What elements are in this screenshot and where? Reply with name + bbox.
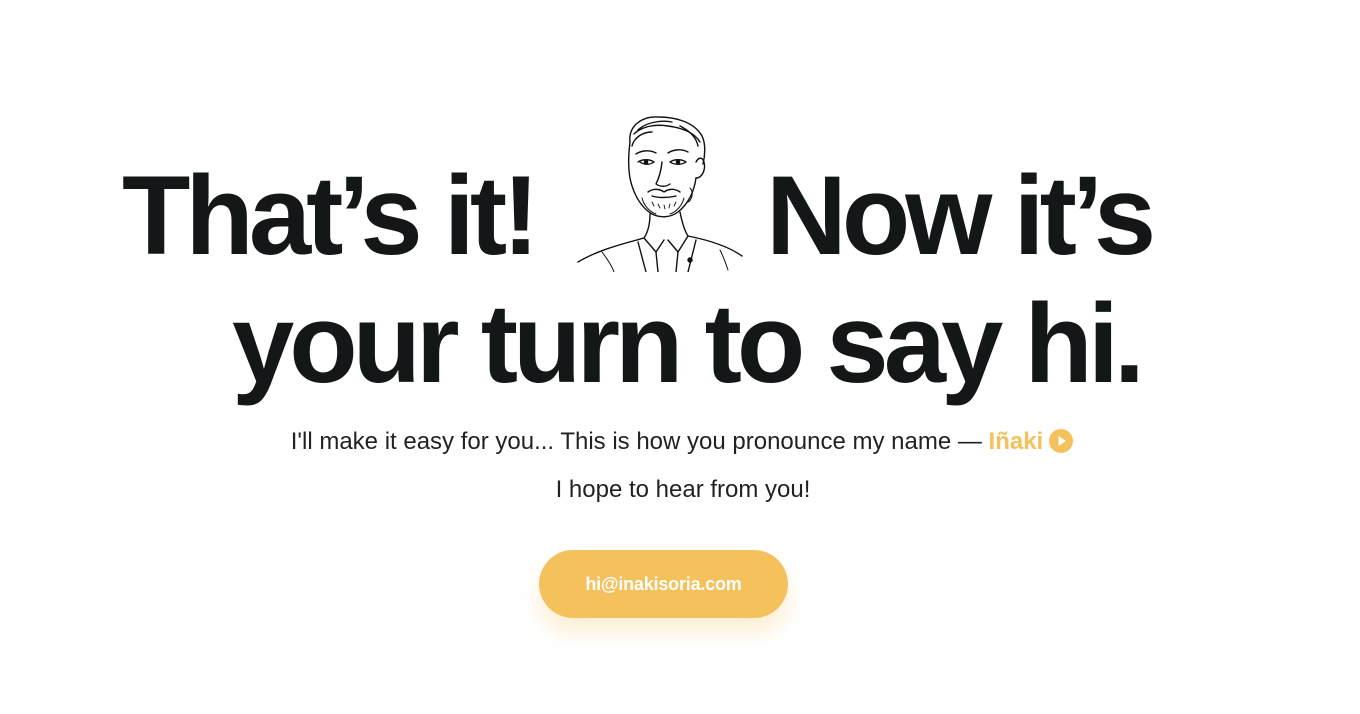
headline-line-2: your turn to say hi. <box>231 281 1145 406</box>
headline-now-its: Now it’s <box>766 153 1156 278</box>
name-pronunciation-link[interactable]: Iñaki <box>989 428 1044 455</box>
pronunciation-line: I'll make it easy for you... This is how… <box>0 427 1360 457</box>
closing-line: I hope to hear from you! <box>555 476 811 503</box>
play-circle-icon[interactable] <box>1049 429 1074 453</box>
headline-thats-it: That’s it! <box>122 153 539 278</box>
portrait-sketch <box>577 116 743 272</box>
pronunciation-text: I'll make it easy for you... This is how… <box>290 428 989 455</box>
contact-section: That’s it! Now it’s your turn to say hi.… <box>0 0 1360 714</box>
email-button[interactable]: hi@inakisoria.com <box>539 550 788 618</box>
